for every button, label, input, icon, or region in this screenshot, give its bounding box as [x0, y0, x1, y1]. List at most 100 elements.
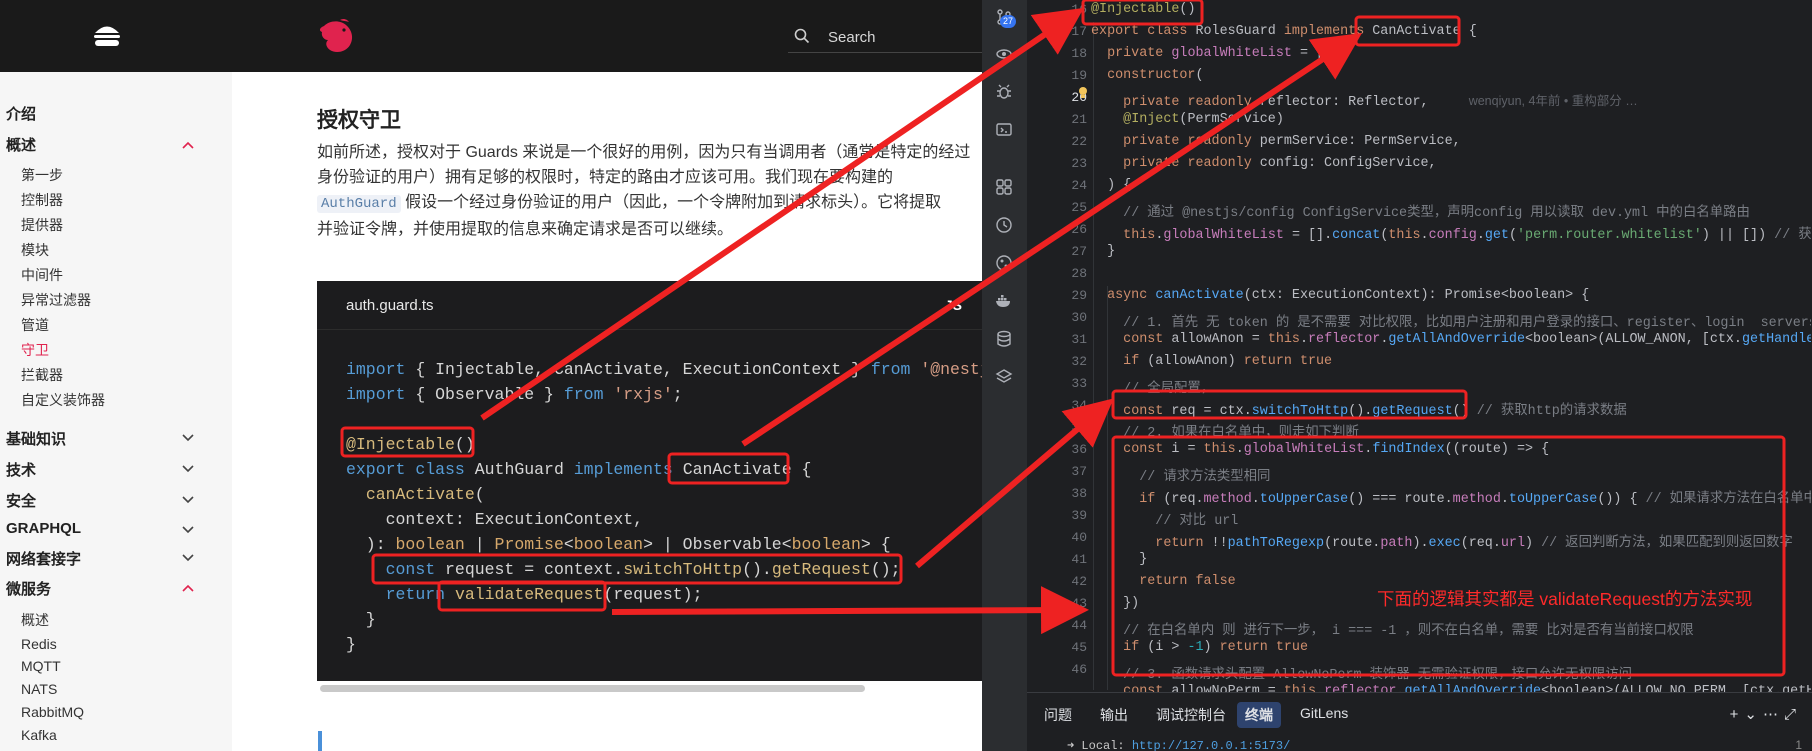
line-number: 32	[1071, 354, 1087, 369]
line-number: 33	[1071, 376, 1087, 391]
chevron-down-icon[interactable]	[182, 434, 194, 442]
sidebar-item-custom-decorators[interactable]: 自定义装饰器	[21, 390, 105, 410]
line-number: 28	[1071, 266, 1087, 281]
code-block: auth.guard.ts JS import { Injectable, Ca…	[317, 281, 982, 681]
remote-explorer-icon[interactable]	[995, 121, 1013, 139]
terminal-url[interactable]: http://127.0.0.1:5173/	[1132, 739, 1290, 751]
line-number: 30	[1071, 310, 1087, 325]
extensions-icon[interactable]	[995, 178, 1013, 196]
docs-content: 授权守卫 如前所述，授权对于 Guards 来说是一个很好的用例，因为只有当调用…	[232, 72, 982, 751]
search-placeholder: Search	[828, 29, 876, 46]
line-number: 35	[1071, 420, 1087, 435]
sidebar-item-controllers[interactable]: 控制器	[21, 190, 63, 210]
line-number: 26	[1071, 222, 1087, 237]
docs-header: Search	[0, 0, 982, 72]
changes-count-badge: 27	[1000, 15, 1017, 28]
sidebar-item-modules[interactable]: 模块	[21, 240, 49, 260]
line-number: 45	[1071, 640, 1087, 655]
page-title: 授权守卫	[317, 109, 401, 132]
docker-icon[interactable]	[995, 292, 1013, 310]
timeline-icon[interactable]	[995, 216, 1013, 234]
hamburger-menu-icon[interactable]	[91, 22, 123, 50]
paragraph-line: 身份验证的用户）拥有足够的权限时，特定的路由才应该可用。我们现在要构建的	[317, 169, 894, 186]
sidebar-item-pipes[interactable]: 管道	[21, 315, 49, 335]
chevron-down-icon[interactable]	[182, 526, 194, 534]
sidebar-item-ms-overview[interactable]: 概述	[21, 610, 49, 630]
line-number: 42	[1071, 574, 1087, 589]
code-content: import { Injectable, CanActivate, Execut…	[346, 360, 982, 654]
line-number: 21	[1071, 112, 1087, 127]
sidebar-item-nats[interactable]: NATS	[21, 681, 57, 697]
line-number: 18	[1071, 46, 1087, 61]
sidebar-item-redis[interactable]: Redis	[21, 636, 57, 652]
chevron-up-icon[interactable]	[182, 141, 194, 149]
terminal-output[interactable]: ➜ Local: http://127.0.0.1:5173/	[1067, 738, 1290, 751]
line-number-gutter: 16 17 18 19 20 21 22 23 24 25 26 27 28 2…	[1027, 0, 1087, 692]
tab-problems[interactable]: 问题	[1044, 705, 1072, 725]
sidebar-item-rabbitmq[interactable]: RabbitMQ	[21, 704, 84, 720]
line-number: 25	[1071, 200, 1087, 215]
git-blame-annotation[interactable]: wenqiyun, 4年前 • 重构部分 …	[1469, 94, 1638, 108]
lightbulb-icon[interactable]	[1078, 86, 1088, 100]
gitlens-icon[interactable]	[995, 254, 1013, 272]
line-number: 17	[1071, 24, 1087, 39]
bottom-panel: 问题 输出 调试控制台 终端 GitLens +⌄⋯⤢ ➜ Local: htt…	[1027, 692, 1812, 751]
line-number: 44	[1071, 618, 1087, 633]
chevron-down-icon[interactable]	[182, 465, 194, 473]
sidebar-item-kafka[interactable]: Kafka	[21, 727, 57, 743]
docs-page: Search 介绍 概述 第一步 控制器 提供器 模块 中间件 异常过滤器 管道…	[0, 0, 982, 751]
sidebar-item-techniques[interactable]: 技术	[6, 459, 36, 480]
sidebar-item-fundamentals[interactable]: 基础知识	[6, 428, 66, 449]
search-box[interactable]: Search	[788, 22, 982, 53]
database-icon[interactable]	[995, 330, 1013, 348]
terminal-index: 1	[1795, 738, 1802, 751]
sidebar-item-security[interactable]: 安全	[6, 490, 36, 511]
panel-actions[interactable]: +⌄⋯⤢	[1730, 705, 1802, 723]
sidebar-item-websockets[interactable]: 网络套接字	[6, 548, 81, 569]
line-number: 29	[1071, 288, 1087, 303]
callout-bar	[318, 731, 322, 751]
sidebar-item-overview[interactable]: 概述	[6, 134, 36, 155]
line-number: 41	[1071, 552, 1087, 567]
code-filename: auth.guard.ts	[346, 297, 434, 314]
line-number: 38	[1071, 486, 1087, 501]
line-number: 19	[1071, 68, 1087, 83]
nestjs-logo-icon[interactable]	[316, 16, 358, 58]
sidebar-item-guards[interactable]: 守卫	[21, 340, 49, 360]
inline-code-authguard: AuthGuard	[317, 195, 401, 213]
run-debug-icon[interactable]	[995, 45, 1013, 63]
sidebar-item-interceptors[interactable]: 拦截器	[21, 365, 63, 385]
line-number: 46	[1071, 662, 1087, 677]
bug-icon[interactable]	[995, 83, 1013, 101]
chevron-down-icon[interactable]	[182, 554, 194, 562]
code-horizontal-scrollbar[interactable]	[320, 685, 865, 692]
sidebar-item-providers[interactable]: 提供器	[21, 215, 63, 235]
tab-gitlens[interactable]: GitLens	[1300, 705, 1348, 721]
line-number: 34	[1071, 398, 1087, 413]
search-icon	[794, 28, 810, 44]
line-number: 43	[1071, 596, 1087, 611]
code-block-header: auth.guard.ts JS	[317, 281, 982, 330]
sidebar-item-graphql[interactable]: GRAPHQL	[6, 520, 81, 537]
tab-debug-console[interactable]: 调试控制台	[1156, 705, 1226, 725]
sidebar-item-exception-filters[interactable]: 异常过滤器	[21, 290, 91, 310]
annotation-note: 下面的逻辑其实都是 validateRequest的方法实现	[1377, 589, 1753, 609]
chevron-down-icon[interactable]	[182, 496, 194, 504]
tab-terminal[interactable]: 终端	[1237, 702, 1281, 728]
code-editor: 27 16 17 18 19 20 21 22 23 24 25 26 27 2…	[982, 0, 1812, 751]
language-toggle[interactable]: JS	[945, 297, 962, 313]
paragraph-text: 假设一个经过身份验证的用户（因此，一个令牌附加到请求标头）。它将提取	[400, 194, 942, 211]
tab-output[interactable]: 输出	[1100, 705, 1128, 725]
docs-sidebar: 介绍 概述 第一步 控制器 提供器 模块 中间件 异常过滤器 管道 守卫 拦截器…	[0, 72, 232, 751]
line-number: 36	[1071, 442, 1087, 457]
layers-icon[interactable]	[995, 368, 1013, 386]
sidebar-item-middleware[interactable]: 中间件	[21, 265, 63, 285]
line-number: 24	[1071, 178, 1087, 193]
sidebar-item-microservices[interactable]: 微服务	[6, 578, 51, 599]
chevron-up-icon[interactable]	[182, 584, 194, 592]
line-number: 16	[1071, 2, 1087, 17]
sidebar-item-intro[interactable]: 介绍	[6, 103, 36, 124]
sidebar-item-first-steps[interactable]: 第一步	[21, 165, 63, 185]
sidebar-item-mqtt[interactable]: MQTT	[21, 658, 61, 674]
line-number: 37	[1071, 464, 1087, 479]
